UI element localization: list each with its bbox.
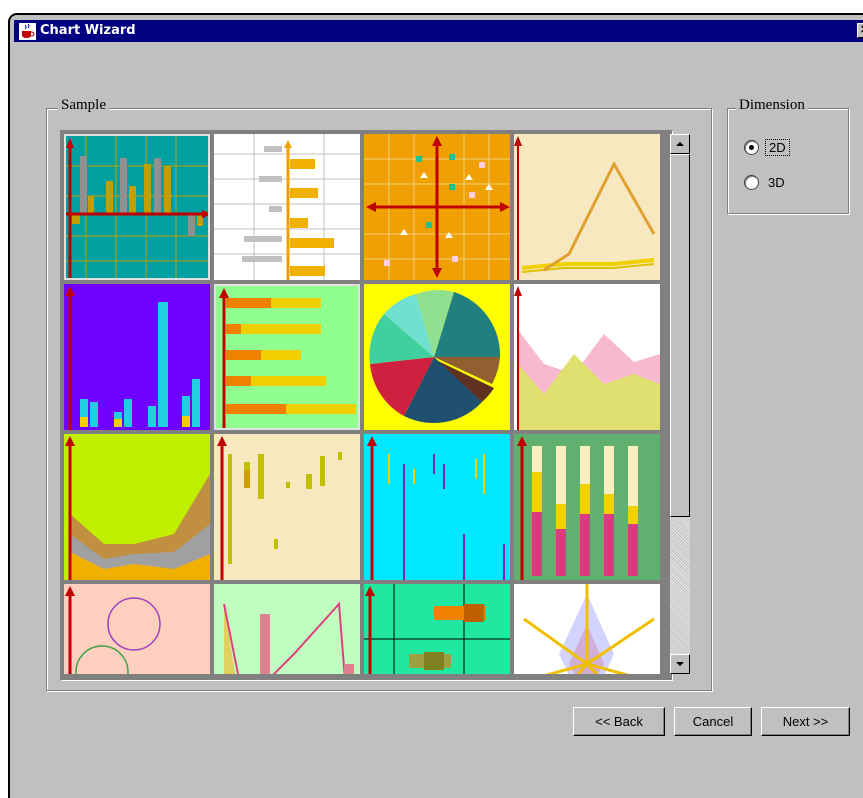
arrow-down-icon: [676, 662, 684, 666]
scroll-down-button[interactable]: [670, 654, 690, 674]
thumbnail-gantt-chart[interactable]: [364, 584, 510, 674]
horizontal-3d-bar-thumbnail: [216, 286, 358, 428]
stacked-area-thumbnail: [64, 434, 210, 580]
scrollbar-track[interactable]: [670, 517, 690, 654]
thumbnail-bar-chart[interactable]: [64, 134, 210, 280]
radar-thumbnail: [514, 584, 660, 674]
thumbnail-3d-bar-chart[interactable]: [64, 284, 210, 430]
title-bar[interactable]: Chart Wizard ✕: [14, 20, 863, 42]
stacked-bar-thumbnail: [514, 434, 660, 580]
area-thumbnail: [514, 284, 660, 430]
thumbnail-radar-chart[interactable]: [514, 584, 660, 674]
thumbnail-hilo-chart[interactable]: [364, 434, 510, 580]
thumbnail-bubble-chart[interactable]: [64, 584, 210, 674]
radio-3d-label[interactable]: 3D: [765, 175, 788, 190]
3d-bar-thumbnail: [64, 284, 210, 430]
thumbnail-stacked-area-chart[interactable]: [64, 434, 210, 580]
window-title: Chart Wizard: [40, 23, 136, 38]
scatter-thumbnail: [364, 134, 510, 280]
radio-2d-circle[interactable]: [744, 140, 759, 155]
radio-3d[interactable]: 3D: [744, 175, 788, 190]
thumbnail-horizontal-bar-chart[interactable]: [214, 134, 360, 280]
candlestick-thumbnail: [214, 434, 360, 580]
thumbnail-scatter-chart[interactable]: [364, 134, 510, 280]
next-button[interactable]: Next >>: [761, 707, 850, 736]
cancel-button[interactable]: Cancel: [674, 707, 752, 736]
java-cup-icon: [19, 23, 36, 40]
radio-2d-label[interactable]: 2D: [765, 139, 790, 156]
hilo-thumbnail: [364, 434, 510, 580]
thumbnail-area-chart[interactable]: [514, 284, 660, 430]
pie-thumbnail: [364, 284, 510, 430]
thumbnail-grid: [64, 134, 670, 674]
area-line-thumbnail: [214, 584, 360, 674]
close-button[interactable]: ✕: [857, 23, 863, 38]
horizontal-bar-thumbnail: [214, 134, 360, 280]
radio-selected-dot: [749, 145, 754, 150]
scrollbar-thumb[interactable]: [670, 154, 690, 517]
gallery-scrollbar[interactable]: [670, 134, 690, 674]
thumbnail-pie-chart[interactable]: [364, 284, 510, 430]
thumbnail-line-chart[interactable]: [514, 134, 660, 280]
line-thumbnail: [514, 134, 660, 280]
radio-2d[interactable]: 2D: [744, 139, 790, 156]
back-button[interactable]: << Back: [573, 707, 665, 736]
thumbnail-candlestick-chart[interactable]: [214, 434, 360, 580]
bar-chart-thumbnail: [66, 136, 208, 278]
radio-3d-circle[interactable]: [744, 175, 759, 190]
dimension-group-label: Dimension: [736, 97, 808, 114]
gantt-thumbnail: [364, 584, 510, 674]
sample-group-label: Sample: [58, 97, 109, 114]
dimension-group: [727, 108, 849, 214]
scroll-up-button[interactable]: [670, 134, 690, 154]
thumbnail-stacked-bar-chart[interactable]: [514, 434, 660, 580]
thumbnail-horizontal-3d-bar-chart[interactable]: [214, 284, 360, 430]
arrow-up-icon: [676, 142, 684, 146]
bubble-thumbnail: [64, 584, 210, 674]
thumbnail-area-line-chart[interactable]: [214, 584, 360, 674]
